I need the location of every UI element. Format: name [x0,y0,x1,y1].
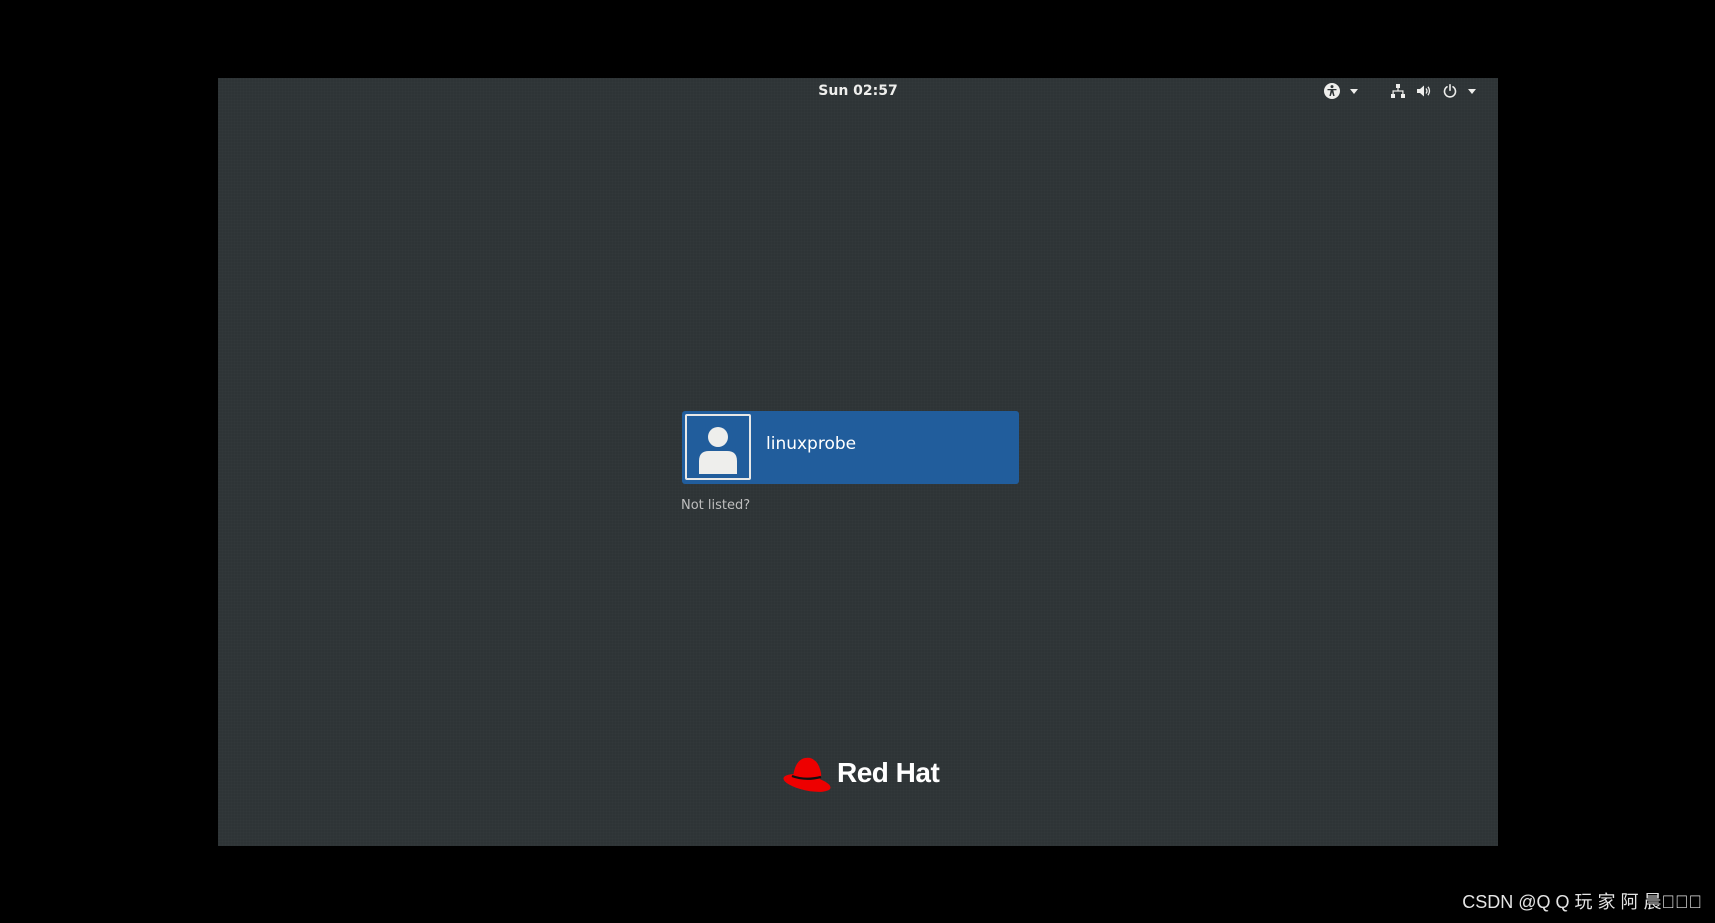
clock[interactable]: Sun 02:57 [218,82,1498,100]
system-dropdown-icon[interactable] [1468,88,1476,94]
redhat-hat-icon [783,757,831,792]
power-icon[interactable] [1440,81,1460,101]
login-screen: Sun 02:57 linuxprobe Not listed? Red Hat [218,78,1498,846]
not-listed-link[interactable]: Not listed? [681,498,750,514]
redhat-logo: Red Hat [781,753,940,793]
accessibility-menu[interactable] [1322,81,1358,101]
volume-icon[interactable] [1414,81,1434,101]
username-label: linuxprobe [766,434,857,454]
logo-text: Red Hat [837,757,940,788]
user-list-item-linuxprobe[interactable]: linuxprobe [682,411,1019,484]
accessibility-icon[interactable] [1322,81,1342,101]
system-menu[interactable] [1388,81,1476,101]
accessibility-dropdown-icon[interactable] [1350,88,1358,94]
watermark-text: CSDN @Q Q 玩 家 阿 晨    [1462,892,1702,912]
user-avatar-icon [685,414,751,480]
network-wired-icon[interactable] [1388,81,1408,101]
